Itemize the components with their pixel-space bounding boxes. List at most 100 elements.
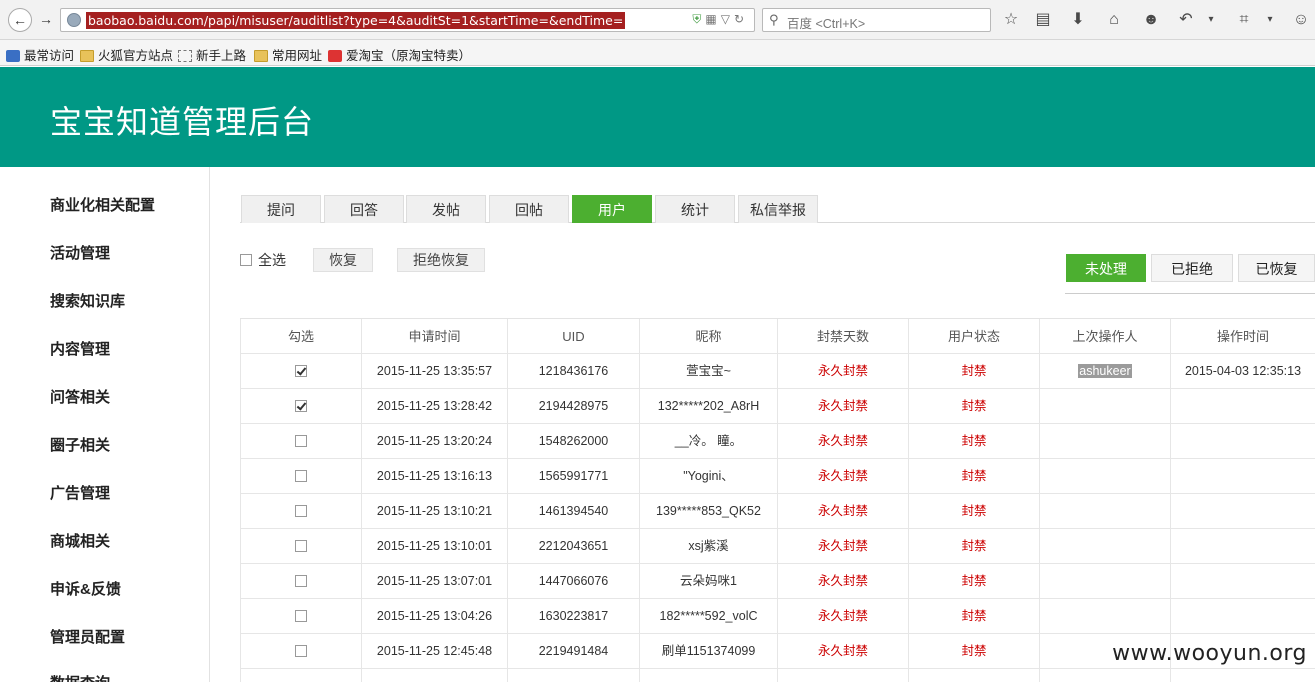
table-row: 2015-11-25 13:35:57 1218436176 萱宝宝~ 永久封禁…	[240, 354, 1315, 389]
star-icon[interactable]: ☆	[1000, 10, 1022, 30]
ban-days: 永久封禁	[777, 389, 908, 424]
chevron-down-icon[interactable]: ▾	[1200, 10, 1222, 30]
apply-time: 2015-11-25 13:04:26	[361, 599, 507, 634]
sidebar-item[interactable]: 搜索知识库	[50, 290, 125, 311]
forward-icon[interactable]: →	[34, 8, 58, 32]
table-header: 勾选 申请时间 UID 昵称 封禁天数 用户状态 上次操作人 操作时间	[240, 319, 1315, 354]
operation-time: 2015-04-03 12:35:13	[1170, 354, 1315, 389]
uid: 2212043651	[507, 529, 639, 564]
column-header: 封禁天数	[777, 319, 908, 354]
row-checkbox[interactable]	[295, 540, 307, 552]
apply-time: 2015-11-25 13:16:13	[361, 459, 507, 494]
dropdown-icon[interactable]: ▽	[721, 12, 734, 26]
chevron-down-icon[interactable]: ▾	[1259, 10, 1281, 30]
row-checkbox[interactable]	[295, 575, 307, 587]
sidebar-item[interactable]: 内容管理	[50, 338, 110, 359]
chat-icon[interactable]: ☻	[1140, 10, 1162, 30]
row-checkbox[interactable]	[295, 505, 307, 517]
table-row-partial	[240, 669, 1315, 682]
ban-days: 永久封禁	[777, 529, 908, 564]
operation-time	[1170, 459, 1315, 494]
apply-time: 2015-11-25 13:07:01	[361, 564, 507, 599]
operation-time	[1170, 424, 1315, 459]
row-checkbox[interactable]	[295, 400, 307, 412]
download-icon[interactable]: ⬇	[1067, 10, 1089, 30]
table-row: 2015-11-25 13:07:01 1447066076 云朵妈咪1 永久封…	[240, 564, 1315, 599]
url-text[interactable]: baobao.baidu.com/papi/misuser/auditlist?…	[86, 12, 626, 29]
row-checkbox[interactable]	[295, 610, 307, 622]
row-checkbox[interactable]	[295, 435, 307, 447]
nickname: 132*****202_A8rH	[639, 389, 777, 424]
sidebar-item[interactable]: 圈子相关	[50, 434, 110, 455]
back-icon[interactable]: ←	[8, 8, 32, 32]
nickname: xsj紫溪	[639, 529, 777, 564]
select-all-checkbox[interactable]	[240, 254, 252, 266]
sidebar-item[interactable]: 活动管理	[50, 242, 110, 263]
nickname: 182*****592_volC	[639, 599, 777, 634]
tab-question[interactable]: 提问	[241, 195, 321, 223]
uid: 2219491484	[507, 634, 639, 669]
qr-icon[interactable]: ▦	[705, 12, 720, 26]
bookmark-item[interactable]: 爱淘宝（原淘宝特卖）	[328, 45, 471, 64]
toolbar-icons: ☆ ▤ ⬇ ⌂ ☻ ↶ ▾ ⌗ ▾ ☺	[1000, 8, 1310, 32]
search-bar[interactable]: ⚲ 百度 <Ctrl+K>	[762, 8, 991, 32]
bookmark-item[interactable]: 火狐官方站点	[80, 45, 173, 64]
bookmark-item[interactable]: 最常访问	[6, 45, 74, 64]
status-tab-restored[interactable]: 已恢复	[1238, 254, 1315, 282]
last-operator	[1039, 529, 1170, 564]
url-bar[interactable]: baobao.baidu.com/papi/misuser/auditlist?…	[60, 8, 755, 32]
undo-icon[interactable]: ↶	[1175, 10, 1197, 30]
table-row: 2015-11-25 13:16:13 1565991771 "Yogini、 …	[240, 459, 1315, 494]
search-icon: ⚲	[769, 12, 779, 27]
tab-reply[interactable]: 回帖	[489, 195, 569, 223]
row-checkbox[interactable]	[295, 365, 307, 377]
sidebar-item[interactable]: 数据查询	[50, 672, 110, 682]
crop-icon[interactable]: ⌗	[1233, 10, 1255, 30]
shield-icon[interactable]: ⛨	[692, 12, 705, 26]
apply-time: 2015-11-25 13:10:21	[361, 494, 507, 529]
row-checkbox[interactable]	[295, 645, 307, 657]
uid: 1565991771	[507, 459, 639, 494]
uid: 2194428975	[507, 389, 639, 424]
bookmark-item[interactable]: 常用网址	[254, 45, 322, 64]
tab-answer[interactable]: 回答	[324, 195, 404, 223]
nickname: 萱宝宝~	[639, 354, 777, 389]
sidebar-item[interactable]: 问答相关	[50, 386, 110, 407]
user-status: 封禁	[908, 634, 1039, 669]
tab-message-report[interactable]: 私信举报	[738, 195, 818, 223]
app-title: 宝宝知道管理后台	[50, 103, 315, 141]
sidebar-item[interactable]: 管理员配置	[50, 626, 125, 647]
search-placeholder: 百度 <Ctrl+K>	[787, 17, 866, 31]
reload-icon[interactable]: ↻	[734, 12, 748, 26]
folder-icon	[80, 50, 94, 62]
sidebar-item[interactable]: 广告管理	[50, 482, 110, 503]
user-status: 封禁	[908, 459, 1039, 494]
reader-icon[interactable]: ▤	[1032, 10, 1054, 30]
status-tab-rejected[interactable]: 已拒绝	[1151, 254, 1233, 282]
apply-time: 2015-11-25 12:45:48	[361, 634, 507, 669]
reject-restore-button[interactable]: 拒绝恢复	[397, 248, 485, 272]
tab-user[interactable]: 用户	[572, 195, 652, 223]
sidebar-item[interactable]: 商业化相关配置	[50, 194, 155, 215]
apply-time: 2015-11-25 13:20:24	[361, 424, 507, 459]
select-all-label: 全选	[258, 252, 286, 268]
tab-stats[interactable]: 统计	[655, 195, 735, 223]
content-tabs: 提问 回答 发帖 回帖 用户 统计 私信举报	[240, 195, 1315, 223]
status-tab-pending[interactable]: 未处理	[1066, 254, 1146, 282]
select-all[interactable]: 全选	[240, 250, 286, 270]
table-row: 2015-11-25 13:28:42 2194428975 132*****2…	[240, 389, 1315, 424]
tab-post[interactable]: 发帖	[406, 195, 486, 223]
last-operator: ashukeer	[1078, 364, 1132, 378]
restore-button[interactable]: 恢复	[313, 248, 373, 272]
bookmark-item[interactable]: 新手上路	[178, 45, 246, 64]
last-operator	[1039, 424, 1170, 459]
column-header: 操作时间	[1170, 319, 1315, 354]
nickname: 云朵妈咪1	[639, 564, 777, 599]
nickname: "Yogini、	[639, 459, 777, 494]
row-checkbox[interactable]	[295, 470, 307, 482]
home-icon[interactable]: ⌂	[1103, 10, 1125, 30]
sidebar-item[interactable]: 申诉&反馈	[50, 578, 121, 599]
page-icon	[178, 50, 192, 62]
menu-icon[interactable]: ☺	[1290, 10, 1312, 30]
sidebar-item[interactable]: 商城相关	[50, 530, 110, 551]
